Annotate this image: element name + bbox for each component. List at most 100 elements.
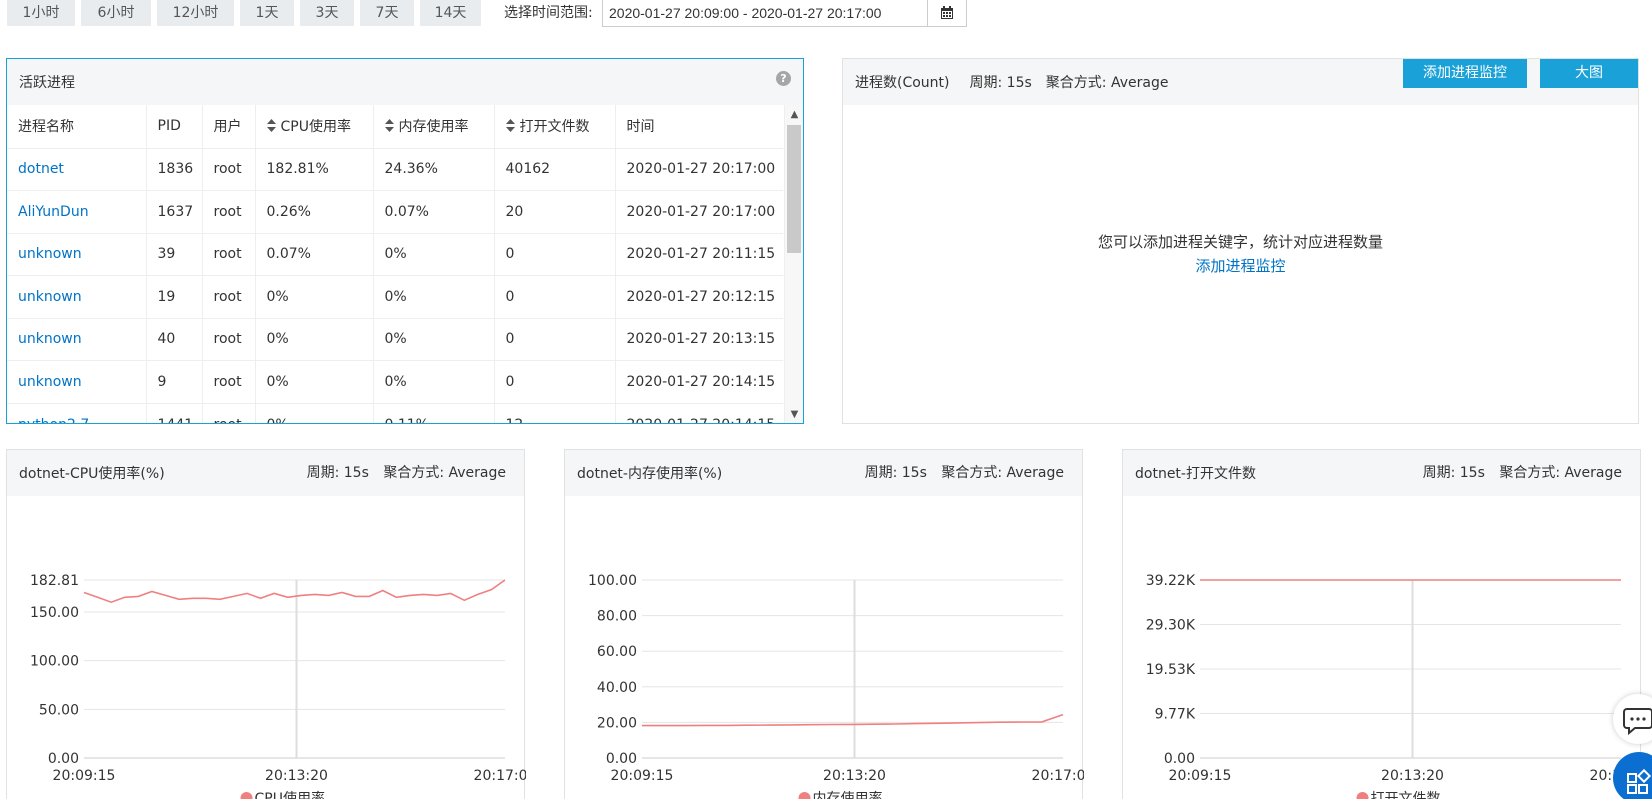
chart-title: dotnet-内存使用率(%)	[577, 466, 723, 482]
table-cell: 2020-01-27 20:17:00	[615, 190, 783, 233]
time-button-1h[interactable]: 1小时	[7, 0, 75, 26]
table-scrollbar[interactable]: ▲ ▼	[784, 105, 803, 423]
add-process-monitor-button[interactable]: 添加进程监控	[1403, 59, 1527, 88]
table-cell: 0%	[255, 317, 374, 361]
table-cell: root	[202, 190, 256, 233]
time-button-1d[interactable]: 1天	[240, 0, 294, 26]
table-row[interactable]: python2.71441root0%0.11%122020-01-27 20:…	[7, 402, 783, 423]
y-tick-label: 100.00	[588, 573, 637, 589]
help-icon[interactable]: ?	[776, 71, 791, 86]
column-header-cpu[interactable]: CPU使用率	[255, 105, 374, 148]
x-tick-label: 20:17:00	[1032, 768, 1084, 784]
period-label: 周期: 15s	[306, 465, 369, 481]
table-row[interactable]: unknown 40 root 0% 0% 0 2020-01-27 20:13:15	[7, 317, 783, 361]
x-tick-label: 20:09:15	[1169, 768, 1232, 784]
table-cell: 0.26%	[255, 190, 374, 233]
table-cell: 24.36%	[373, 147, 495, 191]
open-files-chart-panel: dotnet-打开文件数 周期: 15s 聚合方式: Average 0.00 9…	[1122, 449, 1642, 799]
process-name-link[interactable]: dotnet	[7, 147, 147, 191]
table-cell: 1637	[146, 190, 203, 233]
large-chart-button[interactable]: 大图	[1540, 59, 1638, 88]
cpu-line-chart: 0.00 50.00 100.00 150.00 182.81 20:09:15 20:13…	[30, 573, 526, 799]
table-row[interactable]: unknown 39 root 0.07% 0% 0 2020-01-27 20:11:15	[7, 232, 783, 276]
sort-icon	[266, 118, 277, 136]
table-row[interactable]: unknown 19 root 0% 0% 0 2020-01-27 20:12:15	[7, 275, 783, 318]
table-cell: 0%	[373, 360, 495, 403]
process-name-link[interactable]: unknown	[7, 360, 147, 403]
y-tick-label: 40.00	[597, 680, 637, 696]
chart-header: dotnet-打开文件数 周期: 15s 聚合方式: Average	[1123, 450, 1640, 496]
table-row[interactable]: unknown 9 root 0% 0% 0 2020-01-27 20:14:15	[7, 360, 783, 403]
legend-marker	[798, 792, 811, 799]
y-tick-label: 60.00	[597, 644, 637, 660]
table-cell: 12	[494, 402, 616, 423]
table-header-row: 进程名称 PID 用户 CPU使用率 内存使用率 打开文件数 时间	[7, 105, 783, 148]
chart-title: dotnet-打开文件数	[1135, 466, 1256, 482]
cpu-chart-panel: dotnet-CPU使用率(%) 周期: 15s 聚合方式: Average 0…	[6, 449, 526, 799]
sort-icon	[384, 118, 395, 136]
chart-meta: 周期: 15s 聚合方式: Average	[307, 450, 506, 496]
table-row[interactable]: AliYunDun 1637 root 0.26% 0.07% 20 2020-01-27 …	[7, 190, 783, 233]
table-cell: 9	[146, 360, 203, 403]
empty-state-text: 您可以添加进程关键字，统计对应进程数量	[1097, 233, 1383, 251]
process-name-link[interactable]: unknown	[7, 317, 147, 361]
add-process-monitor-link[interactable]: 添加进程监控	[843, 255, 1638, 276]
feedback-button[interactable]	[1613, 694, 1652, 744]
time-button-14d[interactable]: 14天	[420, 0, 481, 26]
table-cell: 0%	[255, 360, 374, 403]
chat-icon	[1623, 708, 1652, 736]
aggregation-label: 聚合方式: Average	[383, 465, 506, 481]
aggregation-label: 聚合方式: Average	[1499, 465, 1622, 481]
process-count-panel: 进程数(Count) 周期: 15s 聚合方式: Average 添加进程监控 …	[842, 58, 1639, 424]
panel-title: 活跃进程	[19, 75, 75, 91]
calendar-button[interactable]	[928, 0, 967, 27]
y-tick-label: 0.00	[48, 751, 79, 767]
scroll-down-icon[interactable]: ▼	[785, 405, 804, 423]
legend-label[interactable]: 内存使用率	[813, 790, 883, 799]
calendar-icon	[941, 6, 953, 19]
table-cell: 0	[494, 360, 616, 403]
time-range-label: 选择时间范围:	[504, 5, 593, 21]
scroll-up-icon[interactable]: ▲	[785, 105, 804, 123]
table-cell: root	[202, 402, 256, 423]
process-name-link[interactable]: AliYunDun	[7, 190, 147, 233]
time-range-input[interactable]	[602, 0, 928, 27]
legend-label[interactable]: CPU使用率	[255, 790, 325, 799]
memory-chart-panel: dotnet-内存使用率(%) 周期: 15s 聚合方式: Average 0.…	[564, 449, 1084, 799]
y-tick-label: 29.30K	[1146, 618, 1196, 634]
column-header-open-files[interactable]: 打开文件数	[494, 105, 616, 148]
table-cell: 39	[146, 232, 203, 276]
column-header-memory[interactable]: 内存使用率	[373, 105, 495, 148]
chart-header: dotnet-内存使用率(%) 周期: 15s 聚合方式: Average	[565, 450, 1082, 496]
y-tick-label: 0.00	[1164, 751, 1195, 767]
table-cell: 2020-01-27 20:13:15	[615, 317, 783, 361]
column-label: CPU使用率	[280, 119, 351, 136]
table-cell: 40162	[494, 147, 616, 191]
column-label: 内存使用率	[398, 119, 469, 136]
period-label: 周期: 15s	[1422, 465, 1485, 481]
process-name-link[interactable]: python2.7	[7, 402, 147, 423]
legend-label[interactable]: 打开文件数	[1371, 790, 1441, 799]
time-button-6h[interactable]: 6小时	[81, 0, 151, 26]
column-header-name: 进程名称	[7, 105, 147, 148]
y-tick-label: 0.00	[606, 751, 637, 767]
chart-title: dotnet-CPU使用率(%)	[19, 466, 165, 482]
time-button-3d[interactable]: 3天	[300, 0, 354, 26]
sort-icon	[505, 118, 516, 136]
table-cell: 2020-01-27 20:11:15	[615, 232, 783, 276]
table-cell: 0%	[255, 275, 374, 318]
process-name-link[interactable]: unknown	[7, 275, 147, 318]
panel-title: 进程数(Count)	[855, 75, 950, 91]
table-row[interactable]: dotnet 1836 root 182.81% 24.36% 40162 2020-01-…	[7, 147, 783, 191]
series-line	[642, 713, 1064, 727]
y-tick-label: 182.81	[30, 573, 79, 589]
scroll-thumb[interactable]	[787, 125, 801, 253]
process-name-link[interactable]: unknown	[7, 232, 147, 276]
table-cell: 19	[146, 275, 203, 318]
time-button-12h[interactable]: 12小时	[157, 0, 234, 26]
column-label: 打开文件数	[519, 119, 590, 136]
apps-button[interactable]	[1613, 752, 1652, 799]
apps-grid-icon	[1627, 768, 1652, 794]
period-label: 周期: 15s	[969, 75, 1032, 91]
time-button-7d[interactable]: 7天	[360, 0, 414, 26]
